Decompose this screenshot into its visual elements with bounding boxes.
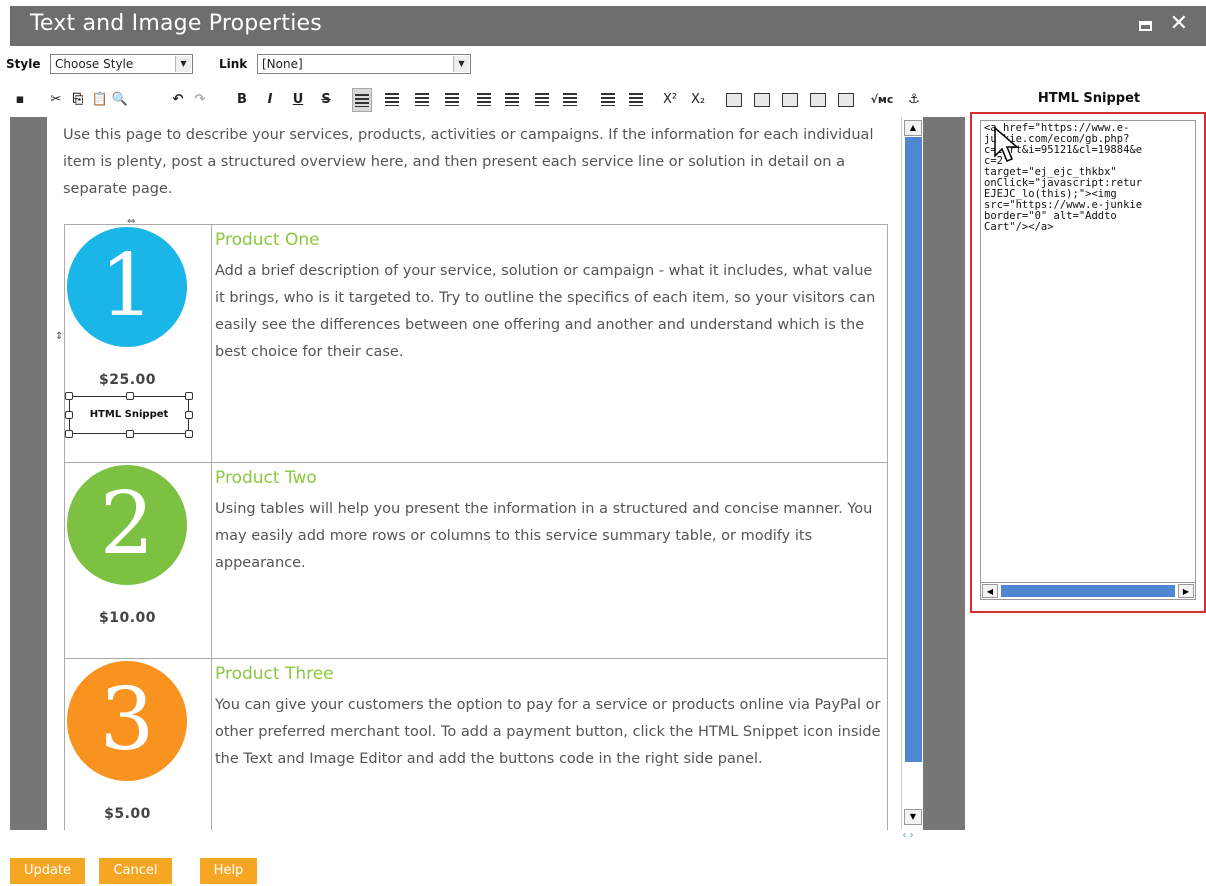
resize-handle[interactable] [126,430,134,438]
html-snippet-heading: HTML Snippet [1037,91,1141,106]
editor-left-margin [10,117,47,830]
help-button[interactable]: Help [200,858,257,884]
code-line: Cart"/></a> [984,221,1054,233]
list-style-icon[interactable] [532,88,552,112]
snippet-horizontal-scrollbar[interactable]: ◀ ▶ [980,582,1196,600]
scroll-down-icon[interactable]: ▼ [904,809,922,825]
special-char-icon[interactable]: √мс [868,88,896,112]
outdent-icon[interactable] [598,88,618,112]
editor-toolbar: ▪ ✂ ⎘ 📋 🔍 ↶ ↷ B I U S X² X₂ √мс ⚓ [10,88,930,112]
html-snippet-icon[interactable] [808,88,828,112]
align-left-icon[interactable] [352,88,372,112]
product-image-cell: 3 $5.00 [65,659,212,830]
product-title: Product Three [215,664,334,684]
bold-button[interactable]: B [232,88,252,112]
find-icon[interactable]: 🔍 [110,88,130,112]
underline-button[interactable]: U [288,88,308,112]
chevron-down-icon: ▼ [175,56,191,72]
strikethrough-button[interactable]: S [316,88,336,112]
scroll-right-icon[interactable]: ▶ [1178,584,1194,598]
superscript-button[interactable]: X² [660,88,680,112]
product-price: $10.00 [98,610,157,626]
align-justify-icon[interactable] [442,88,462,112]
copy-icon[interactable]: ⎘ [68,88,88,112]
redo-icon[interactable]: ↷ [190,88,210,112]
align-right-icon[interactable] [412,88,432,112]
ordered-list-icon[interactable] [474,88,494,112]
scrollbar-thumb[interactable] [905,137,922,762]
product-price: $5.00 [104,806,151,822]
product-number-circle: 2 [67,465,187,585]
indent-icon[interactable] [626,88,646,112]
link-label: Link [219,57,248,71]
subscript-button[interactable]: X₂ [688,88,708,112]
table-icon[interactable] [724,88,744,112]
cut-icon[interactable]: ✂ [46,88,66,112]
product-price: $25.00 [98,372,157,388]
undo-icon[interactable]: ↶ [168,88,188,112]
editor-resize-handle[interactable]: ‹ › [897,830,919,844]
resize-handle[interactable] [185,430,193,438]
resize-handle[interactable] [65,392,73,400]
resize-handle[interactable] [126,392,134,400]
intro-paragraph: Use this page to describe your services,… [63,127,874,197]
italic-button[interactable]: I [260,88,280,112]
product-title: Product Two [215,468,317,488]
cancel-button[interactable]: Cancel [99,858,172,884]
resize-handle[interactable] [185,392,193,400]
style-link-row: Style Choose Style ▼ Link [None] ▼ [0,53,600,75]
insert-box-icon[interactable] [752,88,772,112]
chevron-down-icon: ▼ [453,56,469,72]
table-row: 3 $5.00 Product Three You can give your … [65,659,887,830]
window-titlebar: Text and Image Properties ✕ [10,6,1206,46]
mouse-pointer-icon [994,126,1020,162]
window-title: Text and Image Properties [30,11,322,36]
rich-text-editor[interactable]: Use this page to describe your services,… [47,117,901,830]
update-button[interactable]: Update [10,858,85,884]
image-icon[interactable] [780,88,800,112]
style-label: Style [6,57,41,71]
paste-icon[interactable]: 📋 [90,88,110,112]
resize-handle[interactable] [65,430,73,438]
table-row: 2 $10.00 Product Two Using tables will h… [65,463,887,659]
scroll-left-icon[interactable]: ◀ [982,584,998,598]
text-image-properties-dialog: Text and Image Properties ✕ Style Choose… [0,0,1206,886]
product-number-circle: 3 [67,661,187,781]
link-select[interactable]: [None] ▼ [257,54,471,74]
resize-handle[interactable] [65,411,73,419]
html-snippet-panel: <a href="https://www.e-junkie.com/ecom/g… [970,112,1206,613]
product-image-cell: 2 $10.00 [65,463,212,658]
product-description: Using tables will help you present the i… [215,501,873,571]
align-center-icon[interactable] [382,88,402,112]
product-title: Product One [215,230,320,250]
close-icon[interactable]: ✕ [1170,13,1188,35]
editor-right-margin [923,117,965,830]
html-snippet-placeholder[interactable]: HTML Snippet [69,396,189,434]
horizontal-rule-icon[interactable] [836,88,856,112]
resize-handle[interactable] [185,411,193,419]
maximize-icon[interactable] [1139,21,1152,31]
product-number-circle: 1 [67,227,187,347]
product-description: You can give your customers the option t… [215,697,881,767]
style-select[interactable]: Choose Style ▼ [50,54,193,74]
save-icon[interactable]: ▪ [10,88,30,112]
products-table: 1 $25.00 Product One Add a brief descrip… [64,224,888,830]
html-snippet-textarea[interactable]: <a href="https://www.e-junkie.com/ecom/g… [980,120,1196,584]
product-description: Add a brief description of your service,… [215,263,876,360]
anchor-icon[interactable]: ⚓ [904,88,924,112]
table-resize-handle-left[interactable]: ⇕ [55,331,63,342]
editor-vertical-scrollbar[interactable]: ▲ ▼ [901,117,923,830]
list-style-2-icon[interactable] [560,88,580,112]
scroll-up-icon[interactable]: ▲ [904,120,922,136]
unordered-list-icon[interactable] [502,88,522,112]
link-select-value: [None] [262,57,303,71]
scrollbar-thumb[interactable] [1001,585,1175,597]
style-select-value: Choose Style [55,57,134,71]
